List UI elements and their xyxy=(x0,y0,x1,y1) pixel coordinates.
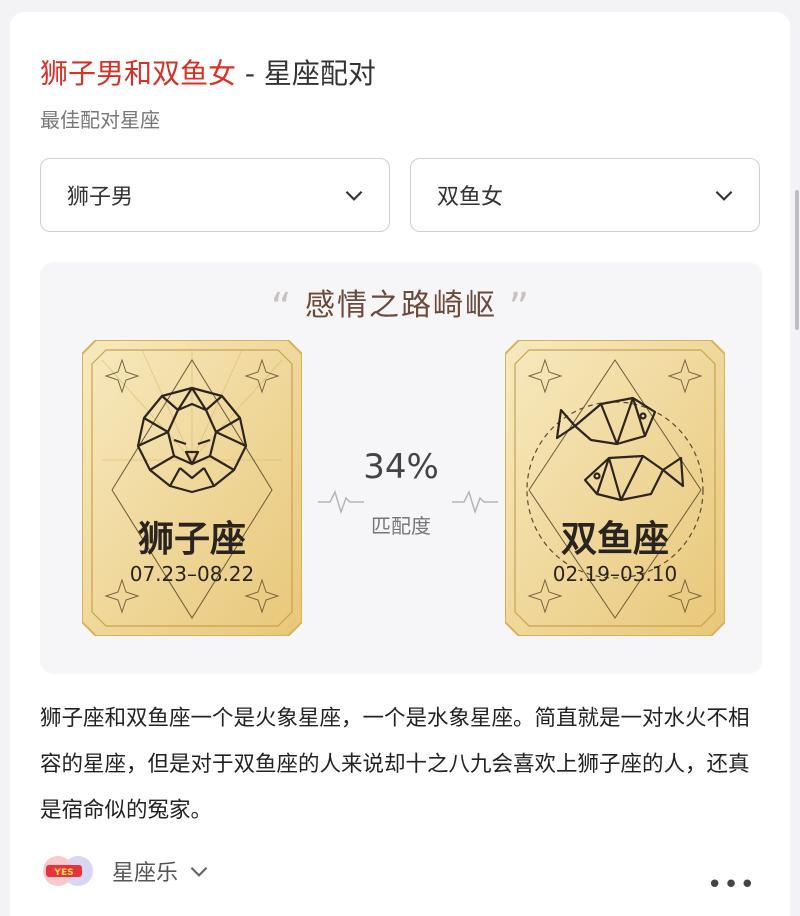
match-headline-text: 感情之路崎岖 xyxy=(305,288,497,323)
male-sign-select[interactable]: 狮子男 xyxy=(40,158,390,232)
leo-sign-dates: 07.23–08.22 xyxy=(129,562,255,586)
match-panel: “ 感情之路崎岖 ” 狮子座 07.23–08.22 34% 匹配度 双鱼座 0… xyxy=(40,262,762,674)
title-rest: - 星座配对 xyxy=(236,57,376,90)
pisces-card: 双鱼座 02.19–03.10 xyxy=(505,340,725,636)
page-title: 狮子男和双鱼女 - 星座配对 xyxy=(40,52,376,92)
chevron-down-icon xyxy=(345,190,363,201)
title-highlight: 狮子男和双鱼女 xyxy=(40,57,237,90)
fish-icon xyxy=(555,396,685,502)
svg-text:YES: YES xyxy=(53,868,73,878)
female-sign-select[interactable]: 双鱼女 xyxy=(410,158,760,232)
pisces-sign-name: 双鱼座 xyxy=(560,519,669,560)
match-percent: 34% xyxy=(363,447,439,487)
match-description: 狮子座和双鱼座一个是火象星座，一个是水象星座。简直就是一对水火不相容的星座，但是… xyxy=(40,706,750,823)
scrollbar[interactable] xyxy=(794,0,800,916)
chevron-down-icon[interactable] xyxy=(186,858,212,884)
page-subtitle: 最佳配对星座 xyxy=(40,108,160,132)
pulse-right-icon xyxy=(452,489,498,515)
source-logo-icon: YES xyxy=(43,856,93,886)
source-footer[interactable]: YES 星座乐 xyxy=(40,854,212,888)
open-quote-icon: “ xyxy=(270,285,294,331)
result-card: 狮子男和双鱼女 - 星座配对 最佳配对星座 狮子男 双鱼女 “ 感情之路崎岖 ” xyxy=(10,12,790,916)
leo-card: 狮子座 07.23–08.22 xyxy=(82,340,302,636)
male-sign-value: 狮子男 xyxy=(67,185,134,210)
lion-icon xyxy=(136,386,248,494)
source-name[interactable]: 星座乐 xyxy=(112,855,178,887)
pisces-sign-dates: 02.19–03.10 xyxy=(552,562,678,586)
female-sign-value: 双鱼女 xyxy=(437,185,504,210)
match-headline: “ 感情之路崎岖 ” xyxy=(40,280,762,331)
match-percent-label: 匹配度 xyxy=(371,514,431,538)
chevron-down-icon xyxy=(715,190,733,201)
more-options-icon[interactable]: ••• xyxy=(707,870,756,900)
scrollbar-thumb[interactable] xyxy=(795,190,799,330)
close-quote-icon: ” xyxy=(508,285,532,331)
leo-sign-name: 狮子座 xyxy=(137,519,246,560)
